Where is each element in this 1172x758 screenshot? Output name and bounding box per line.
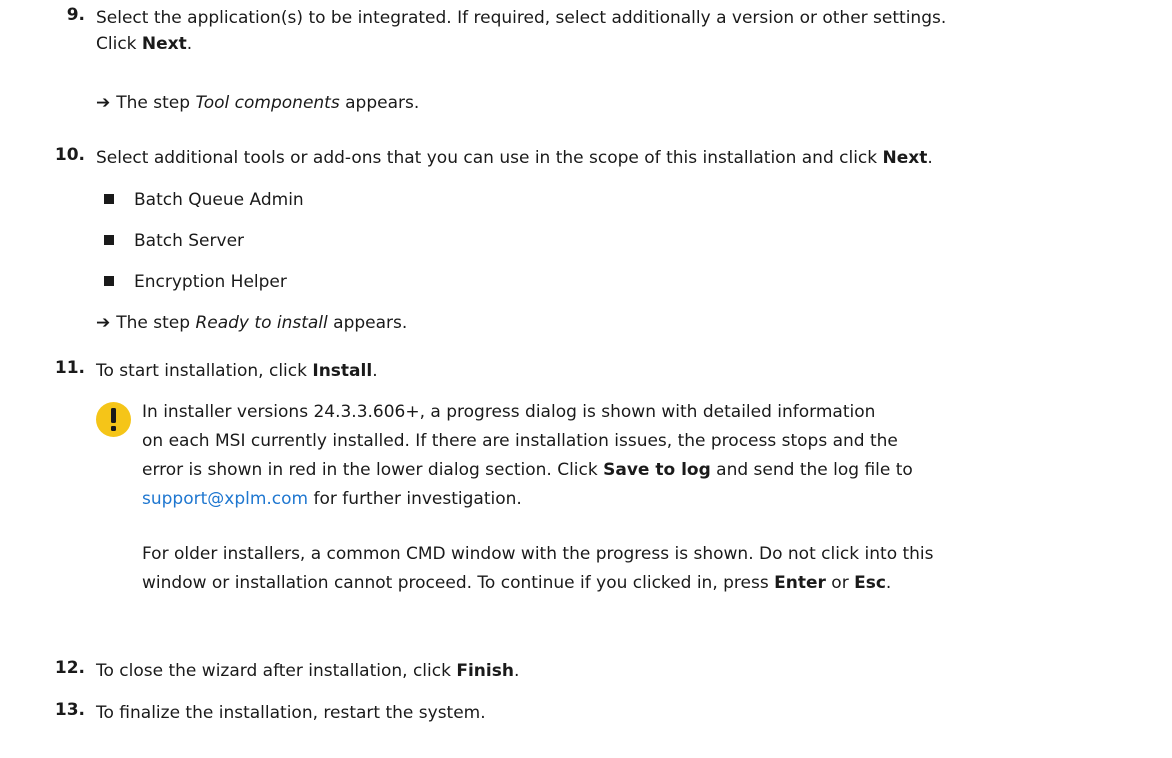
text-span: appears. <box>339 93 420 113</box>
step-text: Select the application(s) to be integrat… <box>96 5 1162 57</box>
step-text-line: Select the application(s) to be integrat… <box>96 8 947 28</box>
text-span: appears. <box>327 313 408 333</box>
step-text: To close the wizard after installation, … <box>96 658 1162 684</box>
notice-line: window or installation cannot proceed. T… <box>142 569 1152 598</box>
step-name: Tool components <box>195 93 340 113</box>
step-number: 12. <box>54 658 85 678</box>
text-span: . <box>186 34 193 54</box>
step-number: 11. <box>54 358 85 378</box>
list-item-label: Encryption Helper <box>134 272 287 292</box>
notice-paragraph-2: For older installers, a common CMD windo… <box>142 540 1152 598</box>
notice-line: In installer versions 24.3.3.606+, a pro… <box>142 402 876 422</box>
text-span: or <box>825 573 855 593</box>
text-span: Select additional tools or add-ons that … <box>96 148 883 168</box>
text-span: . <box>885 573 892 593</box>
step-result: ➔ The step Ready to install appears. <box>96 310 407 336</box>
ui-term: Install <box>312 361 373 381</box>
list-item: Batch Server <box>96 228 244 254</box>
exclamation-icon <box>96 402 131 437</box>
step-number: 9. <box>66 5 85 25</box>
step-text: To start installation, click Install. <box>96 358 1162 384</box>
text-span: window or installation cannot proceed. T… <box>142 573 775 593</box>
text-span: Click <box>96 34 142 54</box>
result-arrow-icon: ➔ <box>96 93 111 113</box>
ui-term: Finish <box>456 661 514 681</box>
step-text: To finalize the installation, restart th… <box>96 703 486 723</box>
text-span: To close the wizard after installation, … <box>96 661 457 681</box>
text-span: . <box>927 148 933 168</box>
list-item: Encryption Helper <box>96 269 287 295</box>
bullet-icon <box>104 194 114 204</box>
step-number: 10. <box>54 145 85 165</box>
ui-term: Next <box>141 34 187 54</box>
text-span: error is shown in red in the lower dialo… <box>142 460 604 480</box>
ui-term: Next <box>882 148 928 168</box>
result-arrow-icon: ➔ <box>96 313 111 333</box>
text-span: The step <box>116 313 196 333</box>
bullet-icon <box>104 235 114 245</box>
text-span: . <box>513 661 520 681</box>
notice-line: error is shown in red in the lower dialo… <box>142 456 1152 485</box>
notice-line: on each MSI currently installed. If ther… <box>142 431 898 451</box>
notice-line: support@xplm.com for further investigati… <box>142 485 1152 514</box>
bullet-icon <box>104 276 114 286</box>
step-text: Select additional tools or add-ons that … <box>96 145 1162 171</box>
step-result: ➔ The step Tool components appears. <box>96 90 419 116</box>
document-page: 9. Select the application(s) to be integ… <box>0 0 1172 758</box>
support-email-link[interactable]: support@xplm.com <box>142 489 308 509</box>
text-span: To start installation, click <box>96 361 313 381</box>
ui-term: Enter <box>774 573 826 593</box>
ui-term: Save to log <box>603 460 711 480</box>
notice-line: For older installers, a common CMD windo… <box>142 544 934 564</box>
list-item-label: Batch Server <box>134 231 245 251</box>
text-span: . <box>372 361 378 381</box>
text-span: and send the log file to <box>710 460 913 480</box>
ui-term: Esc <box>854 573 886 593</box>
list-item: Batch Queue Admin <box>96 187 304 213</box>
step-number: 13. <box>54 700 85 720</box>
step-text-line: Click Next. <box>96 31 1162 57</box>
step-name: Ready to install <box>195 313 328 333</box>
list-item-label: Batch Queue Admin <box>134 190 304 210</box>
notice-text: In installer versions 24.3.3.606+, a pro… <box>142 398 1152 514</box>
text-span: The step <box>116 93 196 113</box>
text-span: for further investigation. <box>308 489 522 509</box>
